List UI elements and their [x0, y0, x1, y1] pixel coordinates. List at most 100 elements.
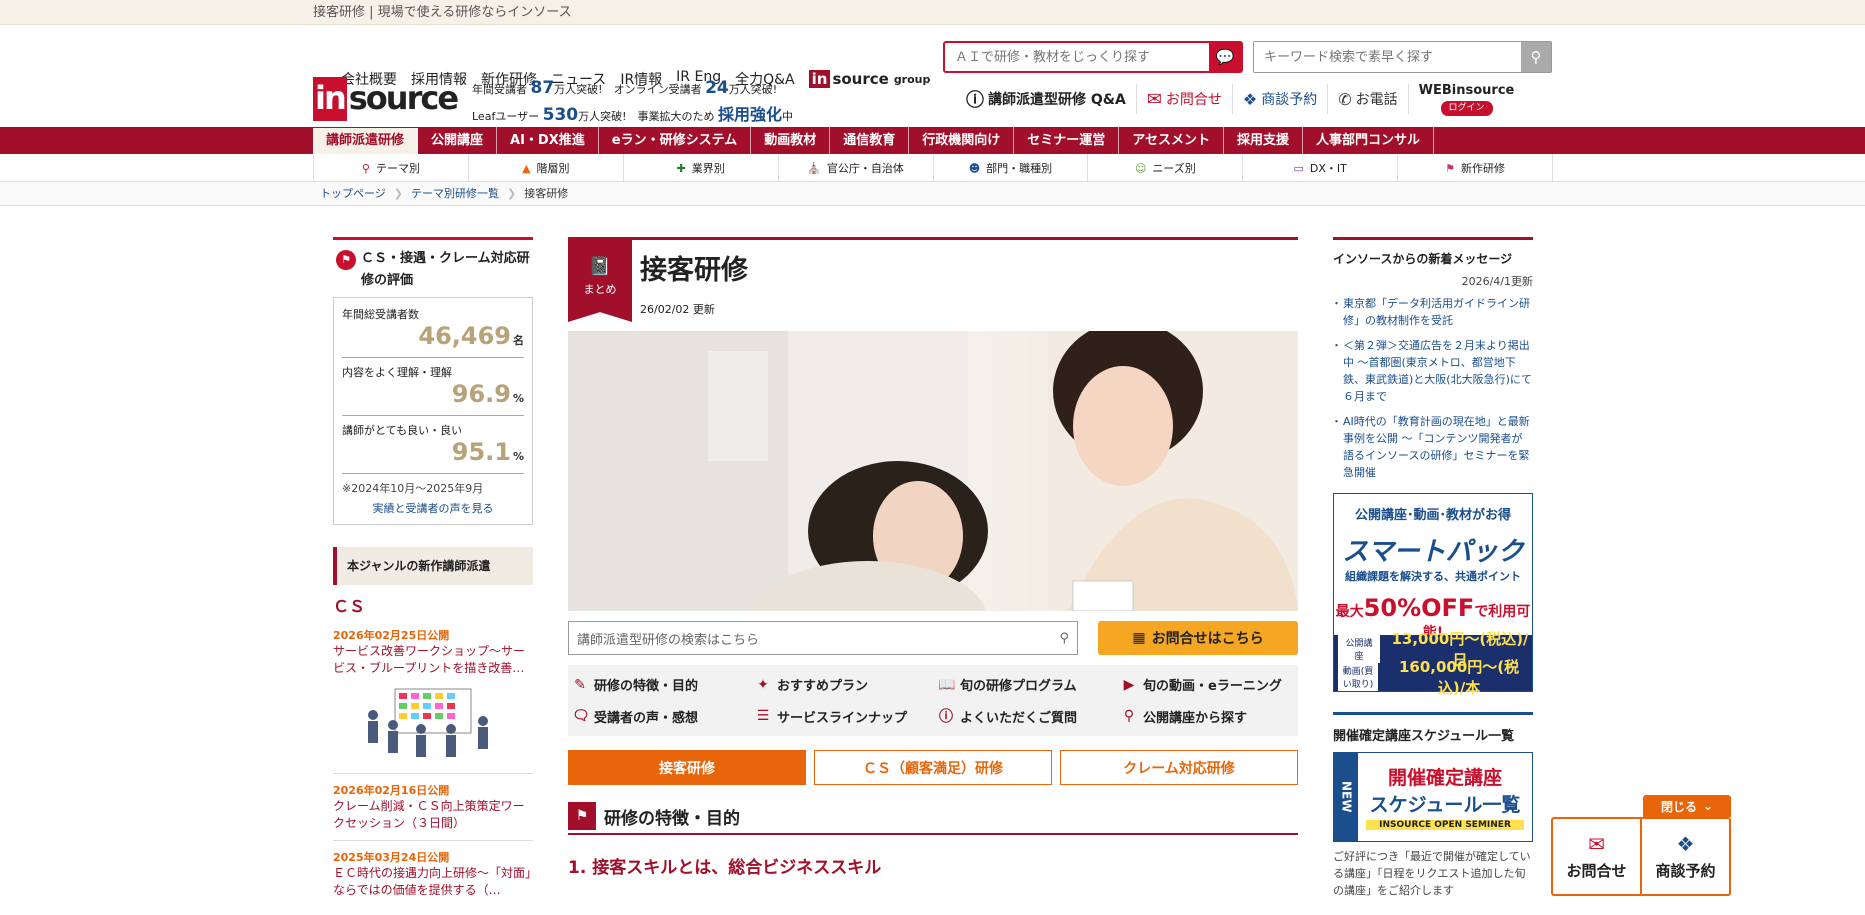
feature-public-courses[interactable]: ⚲ 公開講座から探す [1117, 700, 1298, 732]
feature-videos[interactable]: ▶ 旬の動画・eラーニング [1117, 669, 1298, 700]
keyword-search: ⚲ [1253, 41, 1552, 73]
contact-here-label: お問合せはこちら [1151, 631, 1264, 647]
price-label: 公開講座 [1338, 635, 1380, 663]
nav-seminar[interactable]: セミナー運営 [1014, 127, 1120, 154]
schedule-subtitle: スケジュール一覧 [1369, 794, 1521, 816]
feature-voices[interactable]: 🗨 受講者の声・感想 [568, 700, 751, 732]
keyword-search-input[interactable] [1254, 42, 1521, 72]
eval-title: ＣＳ・接遇・クレーム対応研修の評価 [361, 251, 530, 288]
news-item[interactable]: AI時代の「教育計画の現在地」と最新事例を公開 ～「コンテンツ開発者が語るインソ… [1331, 413, 1533, 481]
qa-link[interactable]: ⓘ 講師派遣型研修 Q&A [956, 84, 1137, 114]
subnav-department[interactable]: ☻ 部門・職種別 [934, 154, 1089, 182]
insource-group-link[interactable]: in source group [808, 69, 930, 89]
subnav-dx-it[interactable]: ▭ DX・IT [1243, 154, 1399, 182]
schedule-banner[interactable]: NEW 開催確定講座 スケジュール一覧 INSOURCE OPEN SEMINE… [1333, 752, 1533, 842]
nav-elearning[interactable]: eラン・研修システム [599, 127, 752, 154]
nav-government[interactable]: 行政機関向け [909, 127, 1015, 154]
phone-link[interactable]: ✆ お電話 [1328, 84, 1409, 114]
person-icon: ☻ [968, 161, 981, 175]
breadcrumb: トップページ ❯ テーマ別研修一覧 ❯ 接客研修 [0, 182, 1865, 206]
new-label: NEW [1339, 781, 1354, 813]
subnav-government[interactable]: ⛪ 官公庁・自治体 [779, 154, 934, 182]
eval-label: 年間総受講者数 [342, 308, 419, 321]
breadcrumb-top[interactable]: トップページ [320, 182, 386, 206]
dispatch-search-row: 講師派遣型研修の検索はこちら ⚲ ▦ お問合せはこちら [568, 621, 1298, 655]
subnav-label: 新作研修 [1461, 162, 1505, 175]
news-item[interactable]: ＜第２弾＞交通広告を２月末より掲出中 ～首都圏(東京メトロ、都営地下鉄、東武鉄道… [1331, 337, 1533, 405]
contact-here-button[interactable]: ▦ お問合せはこちら [1098, 621, 1298, 655]
feature-purpose[interactable]: ✎ 研修の特徴・目的 [568, 669, 751, 700]
ai-search-input[interactable] [945, 43, 1209, 71]
breadcrumb-theme[interactable]: テーマ別研修一覧 [411, 182, 499, 206]
floating-contact-button[interactable]: ✉ お問合せ [1553, 819, 1642, 894]
tab-complaint[interactable]: クレーム対応研修 [1060, 750, 1298, 785]
smartpack-title: スマートパック [1342, 537, 1524, 567]
ai-search: 💬 [943, 41, 1243, 73]
eval-value: 46,469 [418, 322, 511, 350]
nav-dispatch[interactable]: 講師派遣研修 [313, 128, 419, 154]
nav-correspondence[interactable]: 通信教育 [830, 127, 910, 154]
handshake-icon: ❖ [1676, 832, 1695, 856]
nav-recruit-support[interactable]: 採用支援 [1224, 127, 1304, 154]
nav-hr-consult[interactable]: 人事部門コンサル [1303, 127, 1435, 154]
feature-links: ✎ 研修の特徴・目的 ✦ おすすめプラン 📖 旬の研修プログラム ▶ 旬の動画・eラーニ… [568, 665, 1298, 736]
contact-link[interactable]: ✉ お問合せ [1137, 84, 1233, 114]
nav-public[interactable]: 公開講座 [418, 127, 498, 154]
logo-source: source [348, 79, 459, 117]
eval-link[interactable]: 実績と受講者の声を見る [342, 500, 524, 516]
stat-label: Leafユーザー [472, 110, 540, 123]
feature-lineup[interactable]: ☰ サービスラインナップ [751, 700, 934, 732]
header: 会社概要 採用情報 新作研修 ニュース IR情報 IR Eng 全力Q&A in… [0, 25, 1865, 127]
phone-label: お電話 [1355, 92, 1398, 108]
close-floating-button[interactable]: 閉じる ⌄ [1643, 795, 1731, 817]
insource-logo[interactable]: in source [313, 77, 459, 121]
floating-meeting-button[interactable]: ❖ 商談予約 [1642, 819, 1729, 894]
feature-faq[interactable]: ⓘ よくいただくご質問 [934, 700, 1117, 732]
new-dispatch-heading: 本ジャンルの新作講師派遣 [333, 547, 533, 585]
new-item[interactable]: 2025年03月24日公開 ＥＣ時代の接遇力向上研修～「対面」ならではの価値を提… [333, 849, 533, 907]
feature-programs[interactable]: 📖 旬の研修プログラム [934, 669, 1117, 700]
new-item[interactable]: 2026年02月25日公開 サービス改善ワークショップ～サービス・ブループリント… [333, 627, 533, 774]
tab-customer-service[interactable]: 接客研修 [568, 750, 806, 785]
search-icon: ⚲ [1059, 630, 1069, 646]
badge-label: まとめ [583, 283, 617, 296]
stat-label: 年間受講者 [472, 83, 527, 96]
eval-unit: % [512, 450, 524, 463]
right-sidebar: インソースからの新着メッセージ 2026/4/1更新 東京都「データ利活用ガイド… [1331, 237, 1533, 899]
nav-video[interactable]: 動画教材 [751, 127, 831, 154]
new-item[interactable]: 2026年02月16日公開 クレーム削減・ＣＳ向上策策定ワークセッション（３日間… [333, 782, 533, 841]
logo-in: in [313, 77, 347, 121]
chat-bubble-icon: 💬 [1215, 48, 1235, 66]
webinsource-login[interactable]: WEBinsource ログイン [1409, 84, 1525, 116]
dispatch-search-input[interactable]: 講師派遣型研修の検索はこちら ⚲ [568, 621, 1078, 655]
ai-chat-button[interactable]: 💬 [1209, 43, 1241, 71]
smartpack-banner[interactable]: 公開講座･動画･教材がお得 スマートパック 組織課題を解決する、共通ポイント 最… [1333, 493, 1533, 697]
tab-cs[interactable]: ＣＳ（顧客満足）研修 [814, 750, 1052, 785]
nav-assessment[interactable]: アセスメント [1119, 127, 1224, 154]
close-label: 閉じる [1660, 799, 1697, 814]
speech-bubble-icon: 🗨 [572, 708, 590, 724]
news-item[interactable]: 東京都「データ利活用ガイドライン研修」の教材制作を受託 [1331, 295, 1533, 329]
section-title: 研修の特徴・目的 [604, 808, 740, 829]
eval-heading: ⚑ ＣＳ・接遇・クレーム対応研修の評価 [333, 237, 533, 292]
subnav-level[interactable]: ▲ 階層別 [469, 154, 624, 182]
feature-plans[interactable]: ✦ おすすめプラン [751, 669, 934, 700]
signpost-icon: ✚ [676, 161, 686, 175]
schedule-title: 開催確定講座 [1387, 767, 1502, 789]
subnav-industry[interactable]: ✚ 業界別 [624, 154, 779, 182]
page-title: 接客研修 [640, 255, 748, 286]
main-content: 📓 まとめ 接客研修 26/02/02 更新 講師派遣型研修の検索はこちら ⚲ ▦ お… [568, 237, 1298, 878]
question-icon: ⓘ [939, 709, 953, 725]
subnav-new[interactable]: ⚑ 新作研修 [1398, 154, 1553, 182]
new-item-date: 2026年02月16日公開 [333, 784, 450, 797]
stat-number: 24 [705, 78, 729, 98]
nav-ai-dx[interactable]: AI・DX推進 [497, 127, 599, 154]
search-button[interactable]: ⚲ [1521, 42, 1551, 72]
schedule-note: ご好評につき「最近で開催が確定している講座」「日程をリクエスト追加した旬の講座」… [1333, 850, 1531, 897]
meeting-link[interactable]: ❖ 商談予約 [1233, 84, 1329, 114]
news-list: 東京都「データ利活用ガイドライン研修」の教材制作を受託 ＜第２弾＞交通広告を２月… [1331, 295, 1533, 481]
subnav-needs[interactable]: ☺ ニーズ別 [1088, 154, 1244, 182]
subnav-theme[interactable]: ⚲ テーマ別 [313, 154, 469, 182]
chevron-down-icon: ⌄ [1702, 799, 1714, 813]
new-item-date: 2026年02月25日公開 [333, 629, 450, 642]
